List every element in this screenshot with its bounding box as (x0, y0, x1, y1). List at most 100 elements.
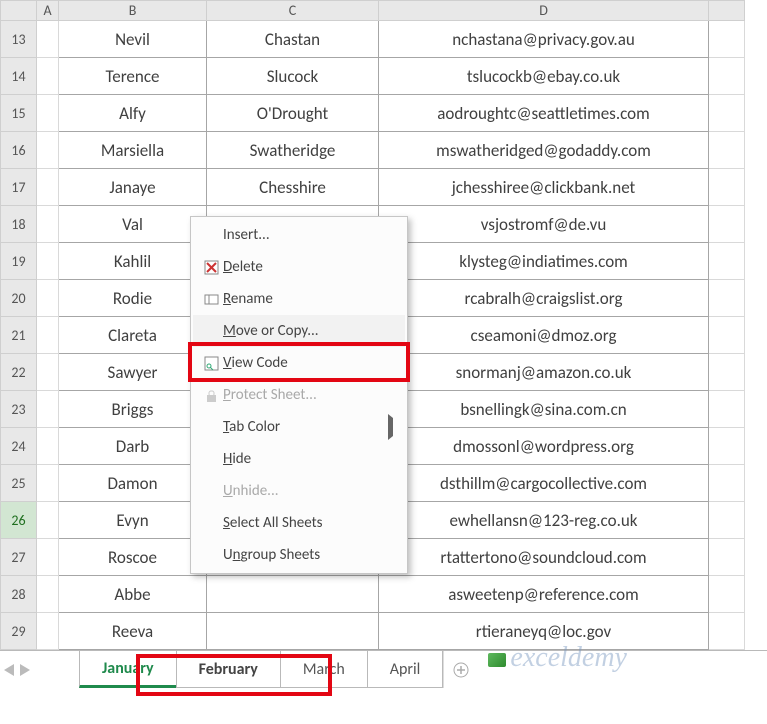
row-header[interactable]: 26 (1, 502, 37, 539)
ctx-insert[interactable]: Insert... (193, 219, 405, 251)
cell[interactable]: rtattertono@soundcloud.com (379, 539, 709, 576)
row-header[interactable]: 18 (1, 206, 37, 243)
cell[interactable] (709, 502, 745, 539)
cell[interactable] (37, 354, 59, 391)
sheet-tab-february[interactable]: February (176, 651, 281, 688)
cell[interactable] (709, 21, 745, 58)
cell[interactable]: Janaye (59, 169, 207, 206)
ctx-rename[interactable]: Rename (193, 283, 405, 315)
cell[interactable]: Chesshire (207, 169, 379, 206)
cell[interactable]: Marsiella (59, 132, 207, 169)
cell[interactable] (709, 317, 745, 354)
cell[interactable]: asweetenp@reference.com (379, 576, 709, 613)
ctx-move-or-copy[interactable]: Move or Copy... (193, 315, 405, 347)
corner-select-all[interactable] (1, 1, 37, 21)
cell[interactable] (709, 613, 745, 650)
cell[interactable] (37, 502, 59, 539)
cell[interactable] (207, 613, 379, 650)
row-header[interactable]: 20 (1, 280, 37, 317)
cell[interactable] (37, 576, 59, 613)
cell[interactable] (37, 317, 59, 354)
cell[interactable] (709, 206, 745, 243)
cell[interactable] (37, 428, 59, 465)
cell[interactable] (709, 58, 745, 95)
cell[interactable] (37, 21, 59, 58)
cell[interactable]: Abbe (59, 576, 207, 613)
cell[interactable]: Roscoe (59, 539, 207, 576)
cell[interactable] (37, 465, 59, 502)
cell[interactable]: snormanj@amazon.co.uk (379, 354, 709, 391)
cell[interactable]: Briggs (59, 391, 207, 428)
cell[interactable] (207, 576, 379, 613)
cell[interactable]: cseamoni@dmoz.org (379, 317, 709, 354)
cell[interactable]: Darb (59, 428, 207, 465)
cell[interactable]: ewhellansn@123-reg.co.uk (379, 502, 709, 539)
cell[interactable]: mswatheridged@godaddy.com (379, 132, 709, 169)
cell[interactable] (709, 95, 745, 132)
sheet-tab-march[interactable]: March (280, 651, 368, 688)
row-header[interactable]: 14 (1, 58, 37, 95)
cell[interactable] (37, 280, 59, 317)
cell[interactable]: Sawyer (59, 354, 207, 391)
ctx-delete[interactable]: Delete (193, 251, 405, 283)
row-header[interactable]: 28 (1, 576, 37, 613)
cell[interactable]: jchesshiree@clickbank.net (379, 169, 709, 206)
cell[interactable]: Terence (59, 58, 207, 95)
cell[interactable] (709, 280, 745, 317)
ctx-ungroup-sheets[interactable]: Ungroup Sheets (193, 539, 405, 571)
cell[interactable]: Rodie (59, 280, 207, 317)
sheet-tab-april[interactable]: April (367, 651, 444, 688)
cell[interactable]: Alfy (59, 95, 207, 132)
cell[interactable] (709, 169, 745, 206)
cell[interactable] (37, 169, 59, 206)
cell[interactable]: Evyn (59, 502, 207, 539)
cell[interactable]: klysteg@indiatimes.com (379, 243, 709, 280)
col-header-E[interactable] (709, 1, 745, 21)
cell[interactable]: Nevil (59, 21, 207, 58)
cell[interactable]: nchastana@privacy.gov.au (379, 21, 709, 58)
row-header[interactable]: 17 (1, 169, 37, 206)
cell[interactable]: aodroughtc@seattletimes.com (379, 95, 709, 132)
cell[interactable]: Damon (59, 465, 207, 502)
cell[interactable]: Val (59, 206, 207, 243)
row-header[interactable]: 23 (1, 391, 37, 428)
new-sheet-button[interactable] (443, 651, 477, 688)
col-header-B[interactable]: B (59, 1, 207, 21)
ctx-tab-color[interactable]: Tab Color (193, 411, 405, 443)
cell[interactable] (37, 206, 59, 243)
row-header[interactable]: 27 (1, 539, 37, 576)
cell[interactable] (37, 95, 59, 132)
cell[interactable]: Swatheridge (207, 132, 379, 169)
cell[interactable]: Clareta (59, 317, 207, 354)
cell[interactable]: Kahlil (59, 243, 207, 280)
cell[interactable]: O'Drought (207, 95, 379, 132)
cell[interactable]: vsjostromf@de.vu (379, 206, 709, 243)
cell[interactable] (709, 132, 745, 169)
cell[interactable]: bsnellingk@sina.com.cn (379, 391, 709, 428)
ctx-view-code[interactable]: View Code (193, 347, 405, 379)
row-header[interactable]: 25 (1, 465, 37, 502)
cell[interactable] (37, 132, 59, 169)
row-header[interactable]: 15 (1, 95, 37, 132)
cell[interactable] (709, 391, 745, 428)
cell[interactable]: dsthillm@cargocollective.com (379, 465, 709, 502)
row-header[interactable]: 19 (1, 243, 37, 280)
row-header[interactable]: 24 (1, 428, 37, 465)
cell[interactable]: Chastan (207, 21, 379, 58)
cell[interactable] (709, 576, 745, 613)
cell[interactable]: rtieraneyq@loc.gov (379, 613, 709, 650)
cell[interactable]: tslucockb@ebay.co.uk (379, 58, 709, 95)
cell[interactable] (37, 243, 59, 280)
col-header-D[interactable]: D (379, 1, 709, 21)
col-header-A[interactable]: A (37, 1, 59, 21)
cell[interactable] (37, 539, 59, 576)
col-header-C[interactable]: C (207, 1, 379, 21)
cell[interactable]: rcabralh@craigslist.org (379, 280, 709, 317)
cell[interactable]: dmossonl@wordpress.org (379, 428, 709, 465)
row-header[interactable]: 13 (1, 21, 37, 58)
cell[interactable] (37, 391, 59, 428)
cell[interactable] (709, 465, 745, 502)
row-header[interactable]: 22 (1, 354, 37, 391)
cell[interactable] (709, 354, 745, 391)
tab-scroll-arrows[interactable] (4, 651, 30, 688)
